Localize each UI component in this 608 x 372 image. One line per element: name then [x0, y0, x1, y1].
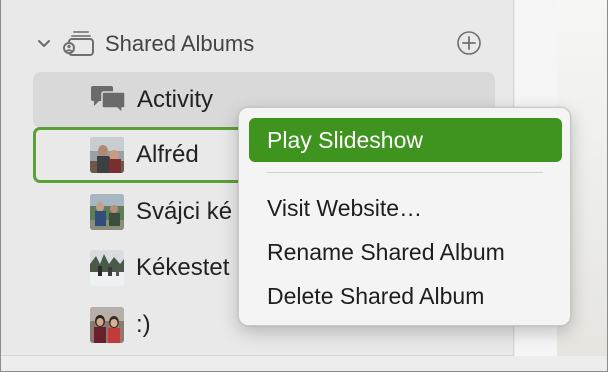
menu-item-label: Delete Shared Album — [267, 282, 485, 309]
shared-album-stack-icon — [63, 29, 95, 59]
menu-item-label: Visit Website… — [267, 194, 423, 221]
sidebar-item-label: Activity — [137, 86, 214, 113]
menu-item-rename-shared-album[interactable]: Rename Shared Album — [249, 230, 562, 274]
sidebar-item-label: Alfréd — [136, 141, 199, 168]
sidebar-item-alfred[interactable]: Alfréd — [33, 127, 253, 183]
sidebar-item-label: Svájci ké — [136, 198, 233, 225]
speech-bubbles-icon — [89, 85, 127, 115]
plus-circle-icon[interactable] — [455, 29, 483, 57]
sidebar-item-label: Kékestet — [136, 254, 230, 281]
menu-item-visit-website[interactable]: Visit Website… — [249, 186, 562, 230]
album-thumbnail — [90, 194, 124, 230]
window-bottom-edge — [1, 356, 607, 371]
album-thumbnail — [90, 307, 124, 343]
album-thumbnail — [90, 137, 124, 173]
menu-item-label: Play Slideshow — [267, 126, 423, 153]
context-menu: Play Slideshow Visit Website… Rename Sha… — [238, 107, 571, 326]
menu-separator — [267, 172, 543, 173]
sidebar-item-label: :) — [136, 311, 151, 338]
shared-albums-section-header[interactable]: Shared Albums — [37, 28, 487, 60]
chevron-down-icon[interactable] — [37, 37, 51, 51]
menu-item-label: Rename Shared Album — [267, 238, 505, 265]
menu-item-play-slideshow[interactable]: Play Slideshow — [249, 118, 562, 162]
section-title: Shared Albums — [105, 31, 255, 56]
album-thumbnail — [90, 250, 124, 286]
menu-item-delete-shared-album[interactable]: Delete Shared Album — [249, 274, 562, 318]
photos-window: Shared Albums Activity Alfréd Svájci ké … — [0, 0, 608, 372]
